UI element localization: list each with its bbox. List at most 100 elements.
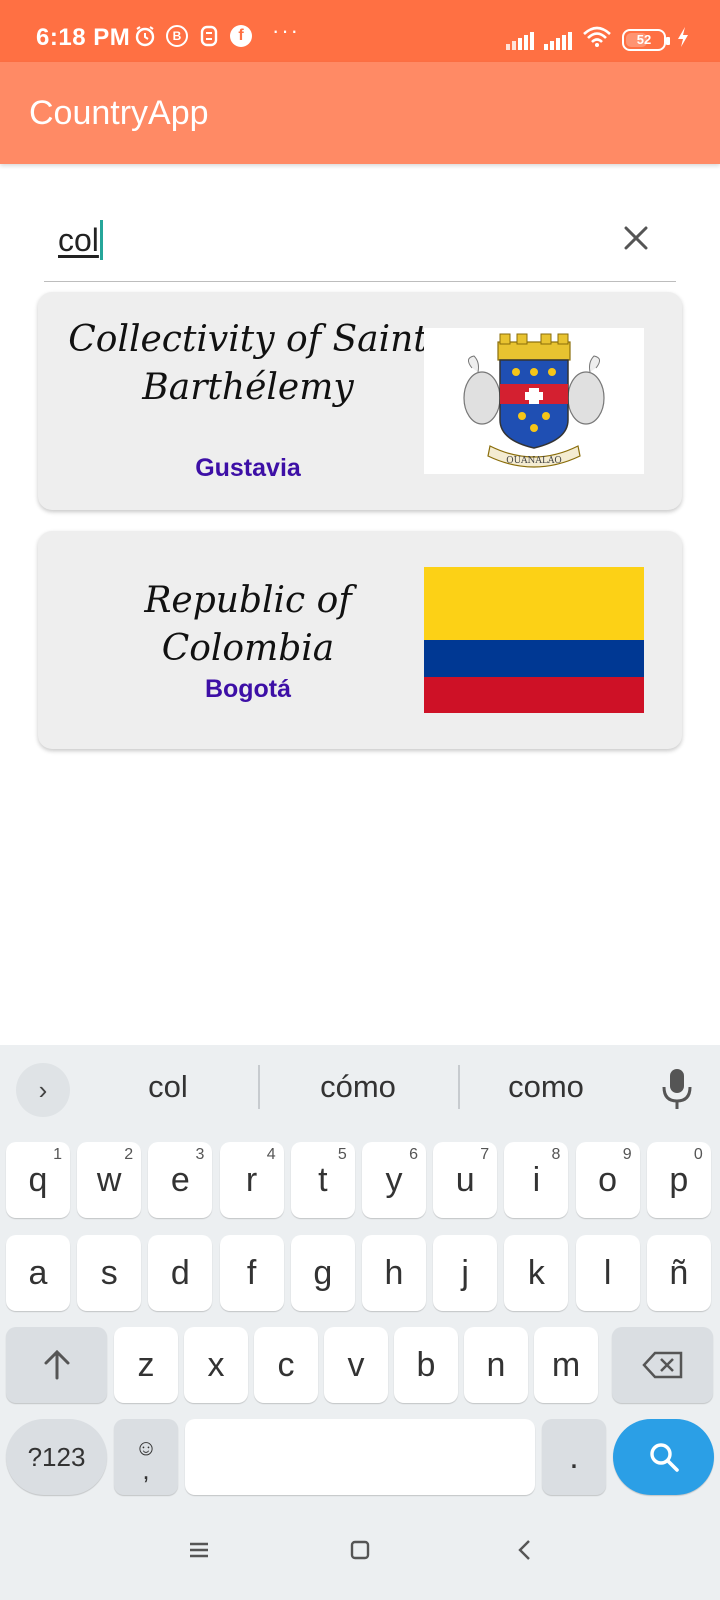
key-label: e [170, 1160, 190, 1199]
key-u[interactable]: u7 [433, 1142, 498, 1218]
key-number-hint: 9 [622, 1146, 632, 1163]
signal-2-icon [544, 30, 572, 50]
key-d[interactable]: d [148, 1235, 213, 1311]
key-g[interactable]: g [290, 1235, 355, 1311]
saint-barthelemy-coat-of-arms: OUANALAO [424, 328, 644, 474]
key-b[interactable]: b [394, 1327, 458, 1403]
status-bar: 6:18 PM B f ··· 52 [0, 0, 720, 62]
battery-level: 52 [636, 32, 652, 47]
key-l[interactable]: l [575, 1235, 640, 1311]
more-dots-icon: ··· [272, 18, 300, 43]
key-z[interactable]: z [114, 1327, 178, 1403]
divider [258, 1065, 260, 1109]
key-s[interactable]: s [77, 1235, 142, 1311]
key-number-hint: 5 [337, 1146, 347, 1163]
suggestion-item[interactable]: cómo [268, 1069, 448, 1105]
key-k[interactable]: k [504, 1235, 569, 1311]
key-label: q [28, 1160, 48, 1199]
wifi-icon [582, 26, 612, 53]
key-number-hint: 3 [195, 1146, 205, 1163]
b-app-icon: B [166, 25, 188, 47]
menu-icon[interactable] [184, 1535, 214, 1565]
key-j[interactable]: j [433, 1235, 498, 1311]
key-number-hint: 4 [266, 1146, 276, 1163]
alarm-icon [134, 25, 156, 47]
key-c[interactable]: c [254, 1327, 318, 1403]
symbols-key[interactable]: ?123 [6, 1419, 107, 1495]
charging-icon [676, 26, 690, 53]
country-card[interactable]: Collectivity of Saint Barthélemy Gustavi… [38, 292, 682, 510]
key-ñ[interactable]: ñ [646, 1235, 711, 1311]
key-label: t [318, 1160, 328, 1199]
key-label: u [455, 1160, 475, 1199]
key-label: o [598, 1160, 618, 1199]
status-time: 6:18 PM [36, 24, 131, 51]
battery-icon: 52 [622, 28, 670, 51]
key-o[interactable]: o9 [575, 1142, 640, 1218]
key-y[interactable]: y6 [362, 1142, 426, 1218]
key-number-hint: 2 [124, 1146, 134, 1163]
key-number-hint: 1 [53, 1146, 62, 1163]
key-label: r [245, 1160, 258, 1199]
signal-1-icon [506, 30, 534, 50]
capital-name: Gustavia [195, 454, 301, 482]
search-input[interactable]: col [44, 200, 676, 282]
close-icon[interactable] [618, 220, 654, 256]
s-app-icon [198, 25, 220, 47]
backspace-key[interactable] [612, 1327, 713, 1403]
key-number-hint: 0 [693, 1146, 703, 1163]
notification-icons: B f ··· [134, 18, 300, 47]
system-nav-bar [0, 1505, 720, 1600]
key-w[interactable]: w2 [77, 1142, 142, 1218]
colombia-flag [424, 567, 644, 713]
search-icon [649, 1443, 679, 1472]
text-caret [99, 219, 103, 260]
key-a[interactable]: a [6, 1235, 70, 1311]
key-label: w [96, 1160, 122, 1199]
key-m[interactable]: m [534, 1327, 598, 1403]
key-label: y [385, 1160, 403, 1199]
facebook-icon: f [230, 25, 252, 47]
key-p[interactable]: p0 [646, 1142, 711, 1218]
key-x[interactable]: x [184, 1327, 248, 1403]
country-card[interactable]: Republic of Colombia Bogotá [38, 531, 682, 749]
key-q[interactable]: q1 [6, 1142, 70, 1218]
search-key[interactable] [613, 1419, 714, 1495]
shift-key[interactable] [6, 1327, 107, 1403]
key-h[interactable]: h [362, 1235, 426, 1311]
comma-label: , [142, 1455, 150, 1485]
suggestion-item[interactable]: col [78, 1069, 258, 1105]
period-key[interactable]: . [542, 1419, 606, 1495]
key-t[interactable]: t5 [290, 1142, 355, 1218]
space-key[interactable] [185, 1419, 535, 1495]
motto-text: OUANALAO [506, 456, 561, 466]
key-label: p [669, 1160, 689, 1199]
country-name: Republic of Colombia [144, 580, 352, 669]
country-name-line: Collectivity of Saint [68, 319, 428, 360]
key-f[interactable]: f [219, 1235, 284, 1311]
app-bar: CountryApp [0, 62, 720, 164]
back-icon[interactable] [510, 1535, 540, 1565]
search-input-value[interactable]: col [58, 219, 103, 260]
home-icon[interactable] [345, 1535, 375, 1565]
microphone-icon[interactable] [660, 1067, 694, 1111]
key-i[interactable]: i8 [504, 1142, 569, 1218]
suggestion-strip: › col cómo como [0, 1045, 720, 1131]
key-number-hint: 6 [409, 1146, 418, 1163]
search-query: col [58, 222, 99, 258]
chevron-right-icon[interactable]: › [16, 1063, 70, 1117]
key-v[interactable]: v [324, 1327, 388, 1403]
country-name-line: Barthélemy [142, 367, 354, 408]
country-name: Collectivity of Saint Barthélemy [58, 316, 438, 412]
key-label: i [532, 1160, 541, 1199]
system-icons: 52 [506, 26, 690, 53]
emoji-comma-key[interactable]: ☺ , [114, 1419, 178, 1495]
suggestion-item[interactable]: como [456, 1069, 636, 1105]
capital-name: Bogotá [204, 675, 292, 703]
flag-stripe-red [424, 677, 644, 713]
app-title: CountryApp [29, 94, 209, 132]
key-n[interactable]: n [464, 1327, 528, 1403]
key-r[interactable]: r4 [219, 1142, 284, 1218]
flag-stripe-yellow [424, 567, 644, 640]
key-e[interactable]: e3 [148, 1142, 213, 1218]
